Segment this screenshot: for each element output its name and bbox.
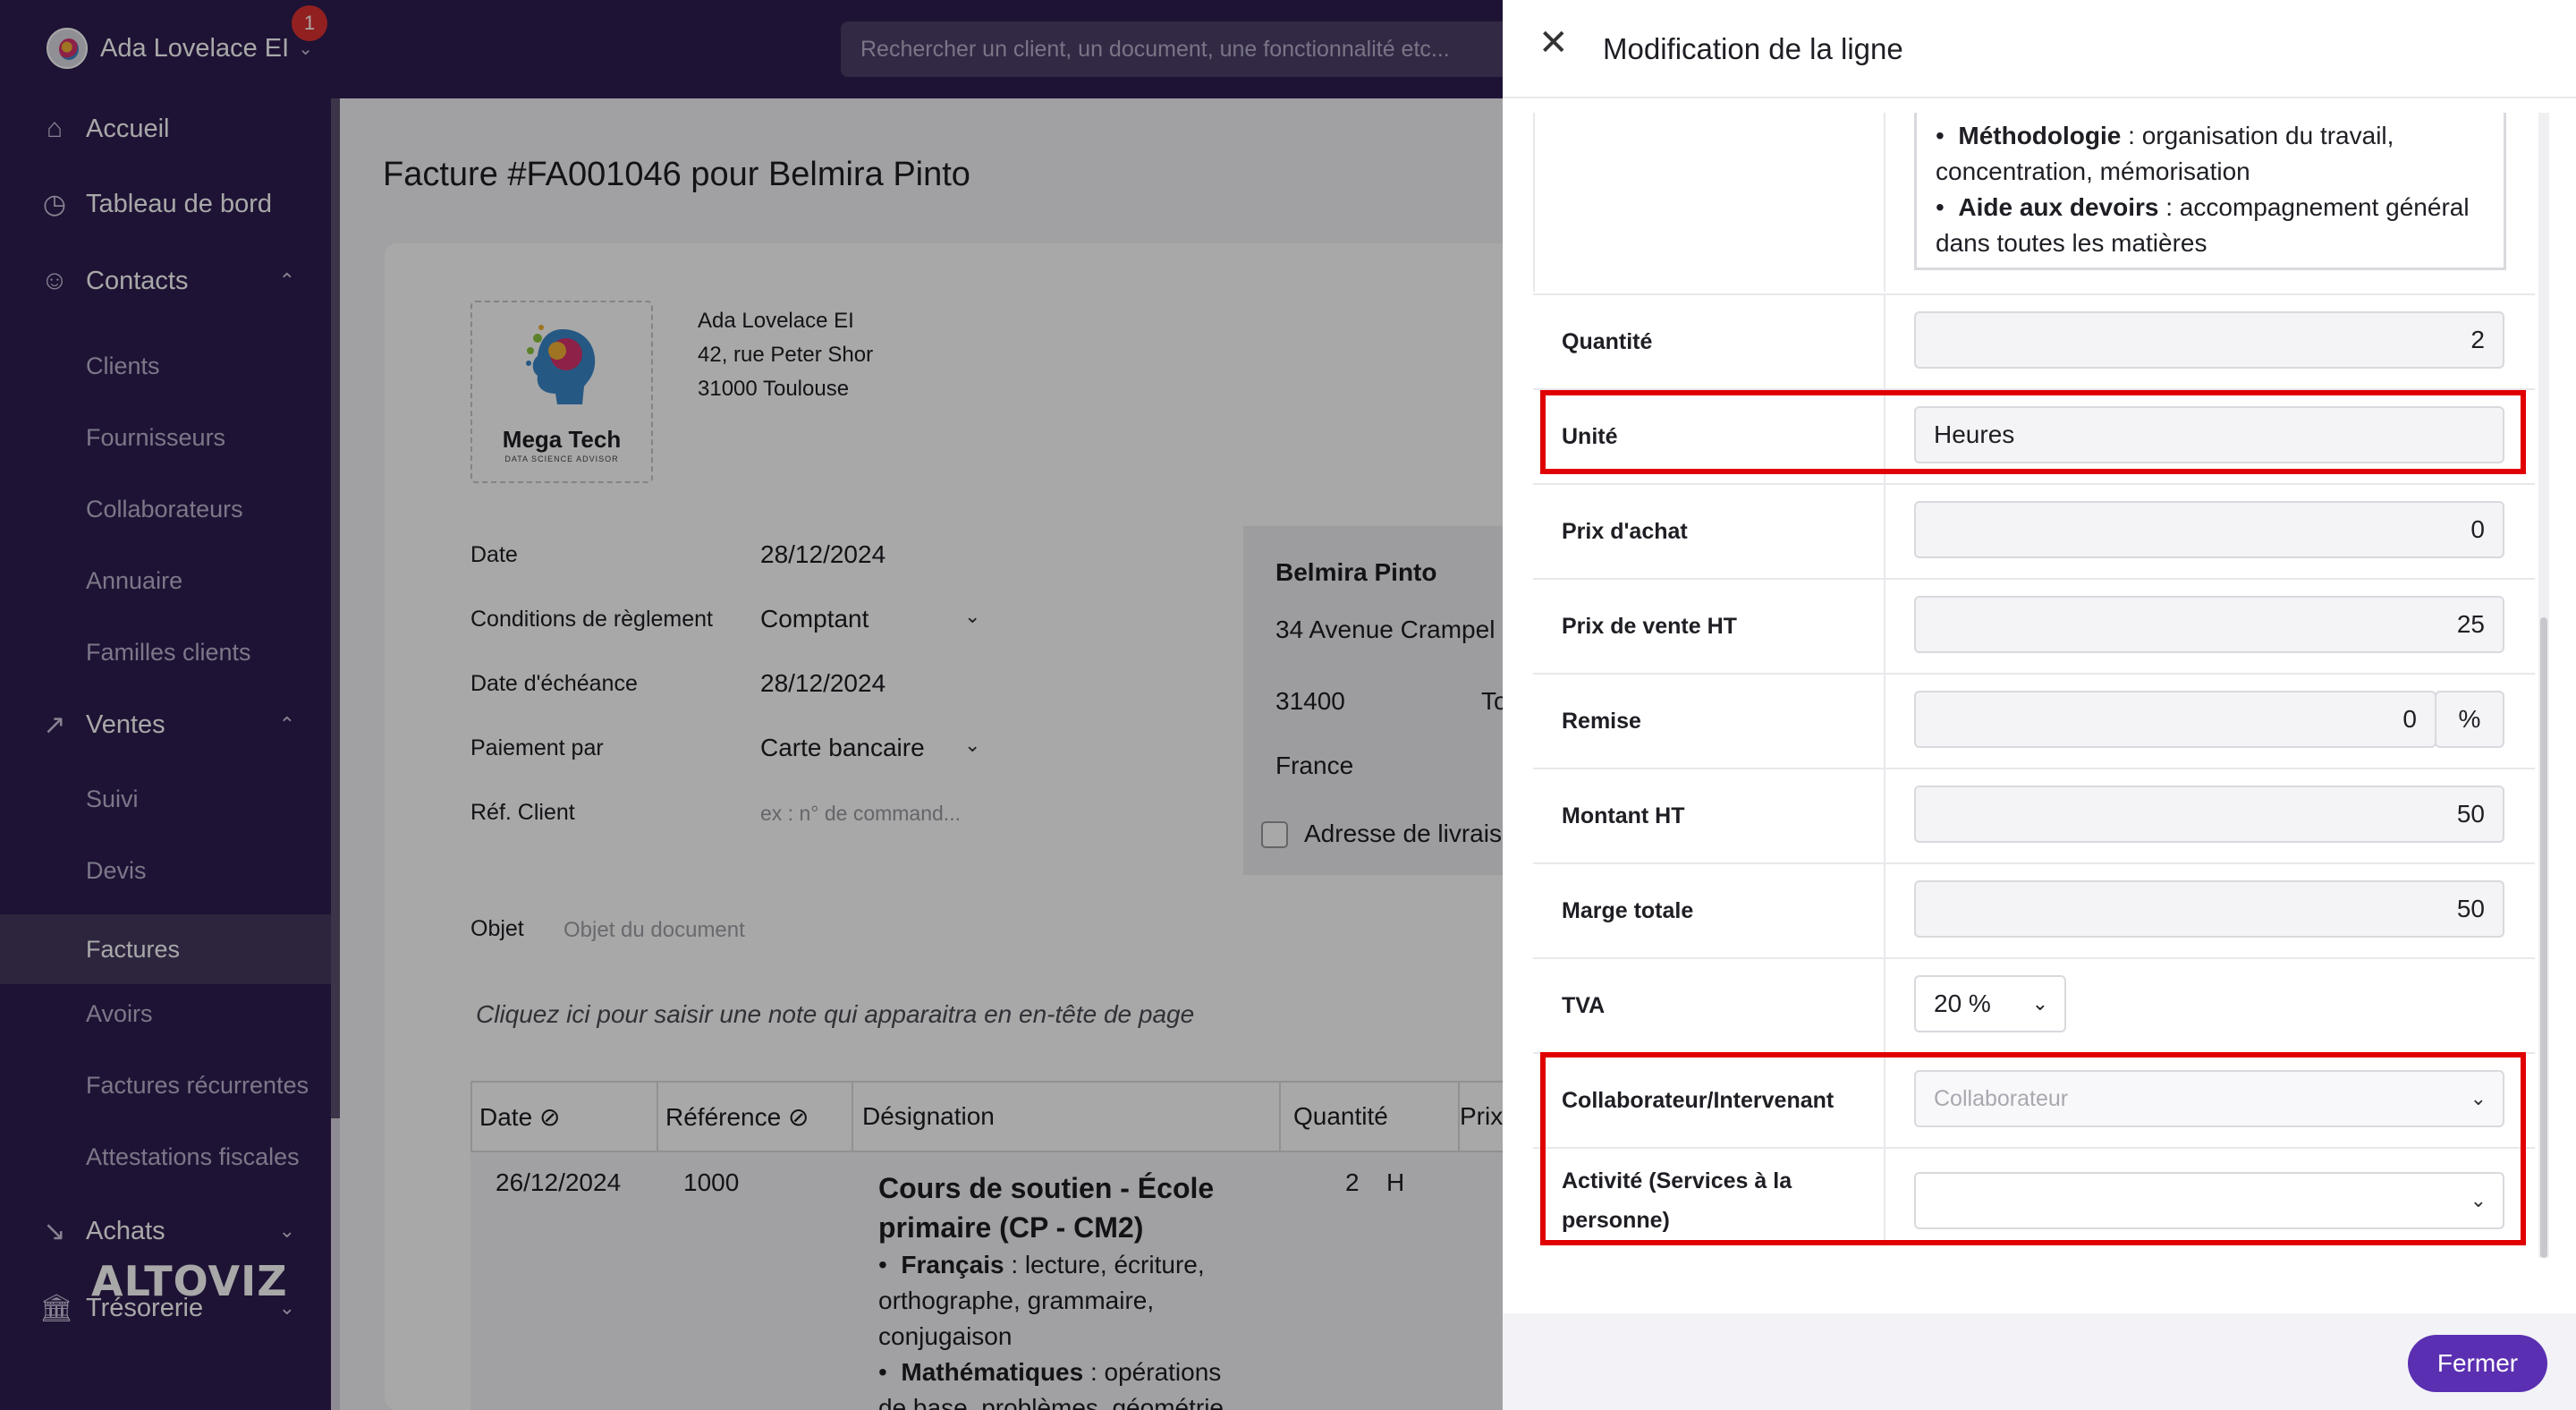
close-icon[interactable]: ✕	[1538, 25, 1569, 61]
row-quantite: Quantité 2	[1533, 293, 2535, 388]
tva-select[interactable]: 20 % ⌄	[1914, 975, 2066, 1032]
prix-vente-input[interactable]: 25	[1914, 596, 2504, 653]
chevron-down-icon: ⌄	[2031, 992, 2048, 1015]
row-prix-vente: Prix de vente HT 25	[1533, 578, 2535, 673]
highlight-collaborateur-activite	[1540, 1052, 2526, 1245]
fermer-button[interactable]: Fermer	[2408, 1335, 2547, 1392]
quantite-input[interactable]: 2	[1914, 311, 2504, 369]
prix-vente-label: Prix de vente HT	[1562, 614, 1737, 639]
montant-label: Montant HT	[1562, 803, 1685, 828]
row-prix-achat: Prix d'achat 0	[1533, 483, 2535, 578]
row-marge: Marge totale 50	[1533, 862, 2535, 957]
description-line: • Aide aux devoirs : accompagnement géné…	[1936, 193, 2470, 221]
modal-backdrop[interactable]	[0, 0, 1503, 1410]
panel-header: ✕ Modification de la ligne	[1503, 0, 2576, 98]
panel-scroll-thumb[interactable]	[2540, 617, 2547, 1258]
prix-achat-label: Prix d'achat	[1562, 519, 1688, 544]
remise-input[interactable]: 0	[1914, 691, 2436, 748]
description-line: dans toutes les matières	[1936, 229, 2207, 257]
marge-label: Marge totale	[1562, 898, 1694, 923]
row-remise: Remise 0 %	[1533, 673, 2535, 768]
remise-unit-select[interactable]: %	[2435, 691, 2504, 748]
quantite-label: Quantité	[1562, 329, 1653, 354]
highlight-unite	[1540, 390, 2526, 474]
row-montant: Montant HT 50	[1533, 768, 2535, 862]
description-line: concentration, mémorisation	[1936, 157, 2250, 185]
tva-value: 20 %	[1934, 990, 1991, 1017]
column-divider	[1884, 113, 1885, 292]
row-tva: TVA 20 % ⌄	[1533, 957, 2535, 1052]
description-line: • Méthodologie : organisation du travail…	[1936, 122, 2394, 149]
montant-input[interactable]: 50	[1914, 786, 2504, 843]
prix-achat-input[interactable]: 0	[1914, 501, 2504, 558]
panel-title: Modification de la ligne	[1603, 32, 1903, 65]
marge-input[interactable]: 50	[1914, 880, 2504, 938]
tva-label: TVA	[1562, 993, 1606, 1018]
column-divider	[1533, 113, 1535, 292]
remise-label: Remise	[1562, 709, 1641, 734]
